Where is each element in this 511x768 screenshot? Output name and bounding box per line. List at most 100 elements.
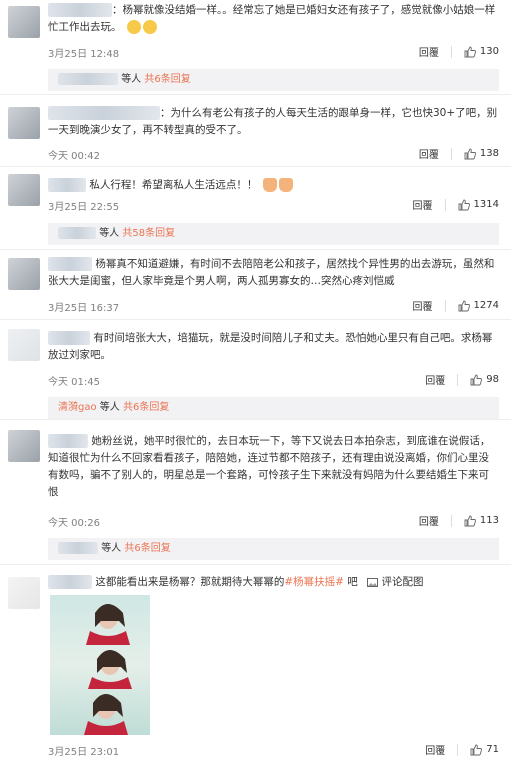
reply-username-link[interactable]: 清漪gao (58, 402, 97, 413)
reply-count-link[interactable]: 共6条回复 (144, 74, 190, 85)
comment-6: 她粉丝说，她平时很忙的，去日本玩一下，等下又说去日本拍杂志，到底谁在说假话，知道… (0, 420, 511, 565)
comment-actions: 回覆 138 (419, 146, 499, 161)
comment-7: 这都能看出来是杨幂？那就期待大幂幂的#杨幂扶摇# 吧 评论配图 3月25日 23… (0, 565, 511, 768)
like-button[interactable]: 138 (464, 148, 499, 160)
photo-figure (84, 604, 132, 735)
like-count: 71 (486, 744, 499, 755)
laughing-emoji-icon (126, 20, 141, 34)
reply-button[interactable]: 回覆 (413, 197, 433, 212)
username-redacted[interactable] (48, 178, 86, 192)
reply-summary[interactable]: 等人 共6条回复 (48, 538, 499, 560)
reply-button[interactable]: 回覆 (419, 44, 439, 59)
like-button[interactable]: 1314 (458, 199, 499, 211)
reply-count-link[interactable]: 共58条回复 (122, 228, 175, 239)
comment-time: 3月25日 12:48 (48, 49, 120, 60)
reply-prefix: 等人 (99, 228, 120, 239)
username-redacted[interactable] (48, 3, 112, 17)
like-button[interactable]: 71 (470, 744, 499, 756)
comment-time: 3月25日 23:01 (48, 747, 120, 758)
comment-actions: 回覆 71 (425, 742, 499, 757)
comment-5: 有时间培张大大，培猫玩，就是没时间陪儿子和丈夫。恐怕她心里只有自己吧。求杨幂放过… (0, 320, 511, 420)
image-icon (367, 577, 379, 587)
reply-count-link[interactable]: 共6条回复 (123, 402, 169, 413)
reply-summary[interactable]: 等人 共6条回复 (48, 69, 499, 91)
comment-time: 今天 00:26 (48, 518, 100, 529)
thumbs-up-icon (470, 374, 483, 385)
comment-text: 杨幂真不知道避嫌，有时间不去陪陪老公和孩子，居然找个异性男的出去游玩，虽然和张大… (48, 257, 495, 287)
username-redacted[interactable] (58, 542, 98, 554)
comment-picture-link[interactable]: 评论配图 (367, 576, 423, 588)
avatar[interactable] (8, 430, 40, 462)
avatar[interactable] (8, 107, 40, 139)
divider (444, 198, 446, 211)
comment-actions: 回覆 98 (425, 372, 499, 387)
comment-1: ：杨幂就像没结婚一样。。经常忘了她是已婚妇女还有孩子了，感觉就像小姑娘一样忙工作… (0, 0, 511, 95)
like-count: 1314 (473, 199, 499, 210)
comment-actions: 回覆 113 (419, 513, 499, 528)
divider (450, 45, 452, 58)
comment-3: 私人行程！希望离私人生活远点！！ 3月25日 22:55 回覆 1314 等人 … (0, 167, 511, 250)
divider (450, 514, 452, 527)
username-redacted[interactable] (48, 331, 90, 345)
thumbs-up-icon (458, 300, 470, 311)
reply-button[interactable]: 回覆 (419, 513, 439, 528)
username-redacted[interactable] (48, 434, 88, 448)
comment-text: 她粉丝说，她平时很忙的，去日本玩一下，等下又说去日本拍杂志，到底谁在说假话，知道… (48, 434, 491, 498)
avatar[interactable] (8, 329, 40, 361)
divider (457, 743, 459, 756)
divider (450, 147, 452, 160)
reply-count-link[interactable]: 共6条回复 (124, 543, 170, 554)
like-count: 138 (479, 148, 499, 159)
comment-picture-label: 评论配图 (381, 576, 424, 588)
comment-photo[interactable] (50, 595, 150, 735)
comment-text: ：为什么有老公有孩子的人每天生活的跟单身一样，它也快30+了吧，别一天到晚演少女… (48, 106, 498, 136)
comment-time: 今天 01:45 (48, 377, 100, 388)
reply-button[interactable]: 回覆 (425, 372, 445, 387)
praying-hands-icon (278, 178, 293, 192)
divider (444, 299, 446, 312)
username-redacted[interactable] (48, 575, 92, 589)
thumbs-up-icon (458, 199, 470, 210)
avatar[interactable] (8, 6, 40, 38)
comment-time: 3月25日 22:55 (48, 202, 120, 213)
like-count: 130 (479, 46, 499, 57)
like-button[interactable]: 1274 (458, 300, 499, 312)
like-button[interactable]: 130 (464, 46, 499, 58)
username-redacted[interactable] (48, 257, 92, 271)
reply-summary[interactable]: 清漪gao 等人 共6条回复 (48, 397, 499, 419)
reply-summary[interactable]: 等人 共58条回复 (48, 223, 499, 245)
comment-actions: 回覆 1314 (413, 197, 499, 212)
comment-text: 有时间培张大大，培猫玩，就是没时间陪儿子和丈夫。恐怕她心里只有自己吧。求杨幂放过… (48, 331, 493, 361)
comment-actions: 回覆 1274 (413, 298, 499, 313)
thumbs-up-icon (464, 515, 476, 526)
like-button[interactable]: 98 (470, 374, 499, 386)
reply-button[interactable]: 回覆 (425, 742, 445, 757)
avatar[interactable] (8, 174, 40, 206)
comment-2: ：为什么有老公有孩子的人每天生活的跟单身一样，它也快30+了吧，别一天到晚演少女… (0, 95, 511, 167)
username-redacted[interactable] (48, 106, 160, 120)
laughing-emoji-icon (142, 20, 157, 34)
thumbs-up-icon (464, 46, 476, 57)
avatar[interactable] (8, 258, 40, 290)
praying-hands-icon (262, 178, 277, 192)
like-count: 113 (479, 515, 499, 526)
username-redacted[interactable] (58, 73, 118, 85)
comment-text: ：杨幂就像没结婚一样。。经常忘了她是已婚妇女还有孩子了，感觉就像小姑娘一样忙工作… (48, 3, 496, 34)
comment-text: 私人行程！希望离私人生活远点！！ (48, 177, 499, 194)
reply-button[interactable]: 回覆 (413, 298, 433, 313)
reply-prefix: 等人 (99, 402, 120, 413)
username-redacted[interactable] (58, 227, 96, 239)
reply-prefix: 等人 (101, 543, 122, 554)
comment-actions: 回覆 130 (419, 44, 499, 59)
hashtag-link[interactable]: #杨幂扶摇# (284, 576, 344, 588)
reply-prefix: 等人 (121, 74, 142, 85)
comment-time: 3月25日 16:37 (48, 303, 120, 314)
comment-picture[interactable] (0, 595, 160, 735)
comment-4: 杨幂真不知道避嫌，有时间不去陪陪老公和孩子，居然找个异性男的出去游玩，虽然和张大… (0, 250, 511, 320)
reply-button[interactable]: 回覆 (419, 146, 439, 161)
like-count: 98 (486, 374, 499, 385)
comment-time: 今天 00:42 (48, 151, 100, 162)
like-button[interactable]: 113 (464, 515, 499, 527)
like-count: 1274 (473, 300, 499, 311)
divider (457, 373, 459, 386)
